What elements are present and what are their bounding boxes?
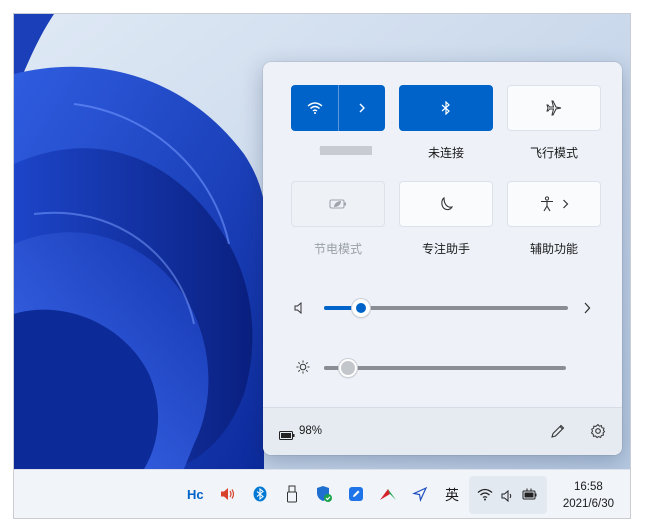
battery-charging-tray-icon (522, 488, 540, 506)
edit-pencil-icon[interactable] (550, 423, 566, 444)
audio-output-chevron-icon[interactable] (583, 301, 591, 319)
accessibility-toggle[interactable] (507, 181, 601, 227)
taskbar-clock[interactable]: 16:58 2021/6/30 (563, 479, 614, 513)
focus-assist-label: 专注助手 (421, 242, 470, 256)
volume-slider-thumb[interactable] (352, 299, 370, 317)
clock-date: 2021/6/30 (562, 498, 614, 510)
airplane-icon (546, 100, 562, 116)
usb-eject-tray-icon[interactable] (283, 485, 301, 503)
wifi-expand-chevron-icon[interactable] (338, 85, 385, 131)
desktop-window: t 未连接 飞行模式 节电模式 专注助手 (13, 13, 631, 519)
accessibility-chevron-icon (562, 199, 569, 209)
settings-gear-icon[interactable] (590, 423, 606, 444)
bluetooth-toggle[interactable] (399, 85, 493, 131)
quick-settings-panel: t 未连接 飞行模式 节电模式 专注助手 (263, 62, 622, 455)
battery-icon (279, 427, 295, 445)
redacted-network-name (320, 146, 372, 155)
brightness-icon (296, 360, 310, 379)
notes-app-tray-icon[interactable] (347, 485, 365, 503)
volume-mute-tray-icon[interactable] (219, 485, 237, 503)
security-shield-tray-icon[interactable] (315, 485, 333, 503)
battery-saver-label: 节电模式 (313, 242, 362, 256)
volume-tray-icon (501, 489, 513, 507)
network-volume-battery-tray-group[interactable] (469, 476, 547, 514)
location-arrow-tray-icon[interactable] (411, 485, 429, 503)
hc-tray-label[interactable]: Hc (187, 487, 204, 502)
wifi-toggle[interactable] (291, 85, 385, 131)
battery-percent: 98% (299, 425, 323, 437)
battery-saver-toggle[interactable] (291, 181, 385, 227)
bluetooth-tray-icon[interactable] (251, 485, 269, 503)
focus-assist-toggle[interactable] (399, 181, 493, 227)
color-app-tray-icon[interactable] (379, 485, 397, 503)
speaker-icon[interactable] (294, 301, 306, 319)
wifi-label: t (283, 144, 323, 158)
accessibility-icon (540, 196, 554, 212)
clock-time: 16:58 (574, 481, 603, 493)
ime-language-indicator[interactable]: 英 (445, 485, 459, 505)
airplane-mode-label: 飞行模式 (529, 146, 578, 160)
moon-icon (439, 197, 453, 211)
accessibility-label: 辅助功能 (529, 242, 578, 256)
quick-settings-footer: 98% (263, 407, 622, 455)
airplane-mode-toggle[interactable] (507, 85, 601, 131)
bluetooth-label: 未连接 (427, 146, 464, 160)
brightness-slider-thumb[interactable] (339, 359, 357, 377)
wifi-icon (291, 85, 338, 131)
wifi-tray-icon (477, 488, 493, 506)
battery-saver-icon (329, 198, 347, 210)
bluetooth-icon (441, 101, 451, 115)
taskbar: Hc 英 16:58 2021/6/30 (14, 469, 630, 518)
